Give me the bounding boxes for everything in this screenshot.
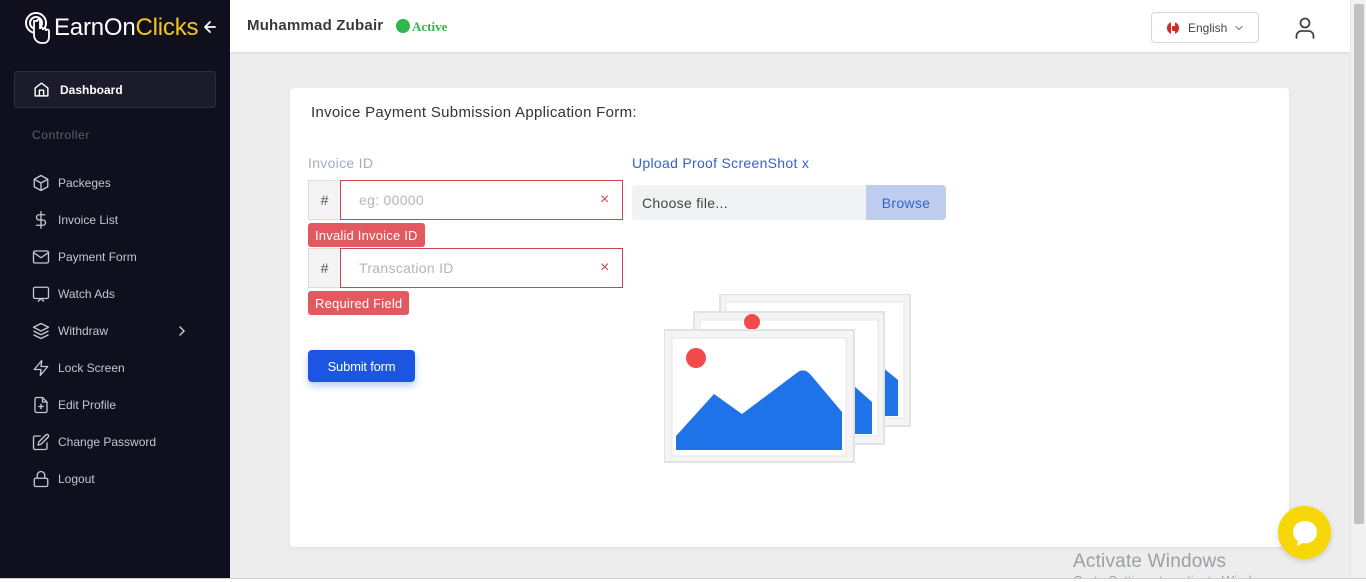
sidebar-item-invoice-list[interactable]: Invoice List <box>32 210 212 230</box>
edit-icon <box>32 433 50 451</box>
upload-proof-label[interactable]: Upload Proof ScreenShot x <box>632 155 809 171</box>
sidebar-item-edit-profile[interactable]: Edit Profile <box>32 395 212 415</box>
sidebar-item-logout[interactable]: Logout <box>32 469 212 489</box>
scrollbar-thumb[interactable] <box>1354 4 1364 524</box>
monitor-icon <box>32 286 50 302</box>
user-name: Muhammad Zubair <box>247 17 384 34</box>
invoice-id-placeholder: eg: 00000 <box>359 192 424 208</box>
sidebar-item-label: Watch Ads <box>58 287 115 301</box>
arrow-left-icon[interactable] <box>202 18 218 36</box>
sidebar-item-payment-form[interactable]: Payment Form <box>32 247 212 267</box>
transaction-id-placeholder: Transcation ID <box>359 260 454 276</box>
mail-icon <box>32 250 50 264</box>
sidebar-item-label: Packeges <box>58 176 111 190</box>
sidebar-item-dashboard[interactable]: Dashboard <box>14 71 216 108</box>
transaction-id-input[interactable]: Transcation ID × <box>340 248 623 288</box>
brand-name-part1: EarnOn <box>54 14 136 41</box>
click-hand-icon <box>25 12 50 44</box>
sidebar: EarnOnClicks Dashboard Controller Packeg… <box>0 0 230 578</box>
invoice-id-label: Invoice ID <box>308 155 374 171</box>
vertical-scrollbar[interactable] <box>1350 0 1366 578</box>
language-label: English <box>1188 20 1228 35</box>
invoice-id-group: # eg: 00000 × <box>308 180 623 220</box>
sidebar-item-label: Invoice List <box>58 213 119 227</box>
home-icon <box>34 82 49 97</box>
error-x-icon: × <box>600 191 610 208</box>
user-profile-icon[interactable] <box>1295 17 1315 39</box>
sidebar-item-label: Change Password <box>58 435 157 449</box>
sidebar-item-label: Payment Form <box>58 250 137 264</box>
language-select[interactable]: English <box>1151 12 1259 43</box>
transaction-id-group: # Transcation ID × <box>308 248 623 288</box>
brand-logo[interactable]: EarnOnClicks <box>20 10 199 46</box>
sidebar-item-label: Dashboard <box>60 82 123 97</box>
chat-bubble-icon <box>1292 520 1317 546</box>
hash-addon: # <box>308 180 340 220</box>
chevron-down-icon <box>1235 25 1243 30</box>
sidebar-item-label: Edit Profile <box>58 398 117 412</box>
sidebar-item-withdraw[interactable]: Withdraw <box>32 321 212 341</box>
lock-icon <box>33 470 49 488</box>
submit-form-button[interactable]: Submit form <box>308 350 415 382</box>
hash-addon: # <box>308 248 340 288</box>
top-header: Muhammad Zubair Active English <box>230 0 1350 52</box>
chevron-right-icon <box>179 326 186 336</box>
sidebar-item-label: Logout <box>58 472 95 486</box>
status-badge: Active <box>412 19 448 34</box>
canada-flag-icon <box>1166 20 1180 35</box>
invoice-id-input[interactable]: eg: 00000 × <box>340 180 623 220</box>
payment-form-card: Invoice Payment Submission Application F… <box>290 88 1289 547</box>
sidebar-item-label: Lock Screen <box>58 361 125 375</box>
box-icon <box>33 174 49 192</box>
form-title: Invoice Payment Submission Application F… <box>311 104 637 121</box>
chat-button[interactable] <box>1278 506 1331 559</box>
file-upload-input[interactable]: Choose file... Browse <box>632 185 946 220</box>
brand-name: EarnOnClicks <box>54 14 199 42</box>
sidebar-item-watch-ads[interactable]: Watch Ads <box>32 284 212 304</box>
file-plus-icon <box>34 396 48 414</box>
activate-windows-watermark: Activate Windows <box>1073 551 1227 572</box>
sidebar-item-packeges[interactable]: Packeges <box>32 173 212 193</box>
dollar-icon <box>35 211 47 229</box>
status-dot-icon <box>396 19 410 33</box>
browse-button[interactable]: Browse <box>866 185 946 220</box>
brand-name-part2: Clicks <box>135 14 199 41</box>
page-bottom-edge <box>0 578 1366 582</box>
invoice-id-error: Invalid Invoice ID <box>308 223 425 247</box>
error-x-icon: × <box>600 259 610 276</box>
sidebar-item-label: Withdraw <box>58 324 109 338</box>
sidebar-item-lock-screen[interactable]: Lock Screen <box>32 358 212 378</box>
layers-icon <box>32 322 50 340</box>
zap-icon <box>33 359 49 377</box>
sidebar-section-title: Controller <box>32 128 91 142</box>
file-choose-label[interactable]: Choose file... <box>632 185 866 220</box>
image-placeholder-icon <box>664 294 911 463</box>
sidebar-item-change-password[interactable]: Change Password <box>32 432 212 452</box>
transaction-id-error: Required Field <box>308 291 410 315</box>
